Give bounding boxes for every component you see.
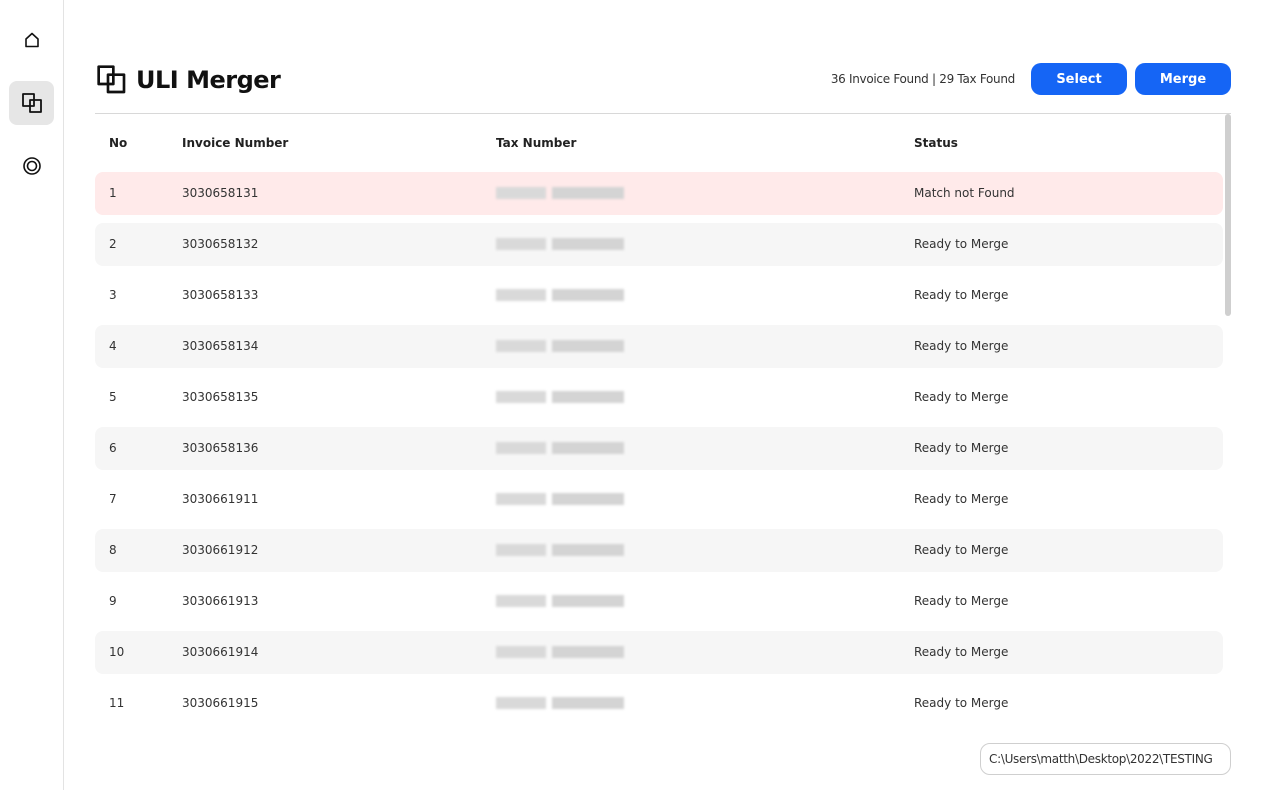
invoice-number: 3030658134: [182, 339, 259, 353]
page-header: ULI Merger: [96, 62, 281, 98]
column-header-invoice: Invoice Number: [182, 136, 289, 150]
status-text: Ready to Merge: [914, 645, 1009, 659]
redaction-block: [496, 697, 546, 709]
row-number: 2: [109, 237, 117, 251]
invoice-number: 3030661912: [182, 543, 259, 557]
redaction-block: [496, 391, 546, 403]
status-text: Ready to Merge: [914, 237, 1009, 251]
status-text: Ready to Merge: [914, 441, 1009, 455]
tax-number-redacted: [496, 288, 624, 302]
tax-number-redacted: [496, 696, 624, 710]
row-number: 9: [109, 594, 117, 608]
table-row[interactable]: 4 3030658134 Ready to Merge: [95, 325, 1223, 368]
table-row[interactable]: 8 3030661912 Ready to Merge: [95, 529, 1223, 572]
row-number: 5: [109, 390, 117, 404]
invoice-number: 3030661911: [182, 492, 259, 506]
status-text: Ready to Merge: [914, 339, 1009, 353]
nav-merge-button[interactable]: [9, 81, 54, 125]
invoice-number: 3030658136: [182, 441, 259, 455]
tax-number-redacted: [496, 390, 624, 404]
redaction-block: [496, 595, 546, 607]
column-header-tax: Tax Number: [496, 136, 577, 150]
table-row[interactable]: 1 3030658131 Match not Found: [95, 172, 1223, 215]
table-header: No Invoice Number Tax Number Status: [95, 128, 1223, 158]
redaction-block: [552, 493, 624, 505]
tax-number-redacted: [496, 543, 624, 557]
nav-target-button[interactable]: [9, 144, 54, 188]
scrollbar-thumb[interactable]: [1225, 114, 1231, 316]
tax-number-redacted: [496, 339, 624, 353]
invoice-number: 3030658132: [182, 237, 259, 251]
row-number: 4: [109, 339, 117, 353]
home-icon: [24, 32, 39, 48]
redaction-block: [552, 595, 624, 607]
merge-logo-icon: [97, 65, 126, 94]
tax-number-redacted: [496, 645, 624, 659]
redaction-block: [552, 187, 624, 199]
row-number: 8: [109, 543, 117, 557]
table-row[interactable]: 6 3030658136 Ready to Merge: [95, 427, 1223, 470]
redaction-block: [552, 340, 624, 352]
redaction-block: [496, 442, 546, 454]
merge-button[interactable]: Merge: [1135, 63, 1231, 95]
redaction-block: [552, 544, 624, 556]
page-title: ULI Merger: [136, 66, 281, 94]
invoice-number: 3030661915: [182, 696, 259, 710]
redaction-block: [496, 544, 546, 556]
redaction-block: [496, 646, 546, 658]
status-text: Ready to Merge: [914, 390, 1009, 404]
status-text: Ready to Merge: [914, 594, 1009, 608]
table-row[interactable]: 11 3030661915 Ready to Merge: [95, 682, 1223, 725]
status-text: Ready to Merge: [914, 696, 1009, 710]
table-row[interactable]: 5 3030658135 Ready to Merge: [95, 376, 1223, 419]
tax-number-redacted: [496, 492, 624, 506]
invoice-number: 3030658135: [182, 390, 259, 404]
invoice-number: 3030661913: [182, 594, 259, 608]
redaction-block: [552, 289, 624, 301]
row-number: 1: [109, 186, 117, 200]
row-number: 7: [109, 492, 117, 506]
invoice-number: 3030658133: [182, 288, 259, 302]
select-button[interactable]: Select: [1031, 63, 1127, 95]
folder-path-field[interactable]: C:\Users\matth\Desktop\2022\TESTING: [980, 743, 1231, 775]
column-header-status: Status: [914, 136, 958, 150]
table-row[interactable]: 3 3030658133 Ready to Merge: [95, 274, 1223, 317]
found-count-text: 36 Invoice Found | 29 Tax Found: [830, 72, 1015, 86]
status-text: Ready to Merge: [914, 288, 1009, 302]
header-divider: [95, 113, 1231, 114]
redaction-block: [496, 238, 546, 250]
redaction-block: [496, 187, 546, 199]
row-number: 11: [109, 696, 125, 710]
tax-number-redacted: [496, 186, 624, 200]
redaction-block: [496, 493, 546, 505]
status-text: Ready to Merge: [914, 492, 1009, 506]
invoice-number: 3030658131: [182, 186, 259, 200]
invoice-number: 3030661914: [182, 645, 259, 659]
redaction-block: [496, 340, 546, 352]
column-header-no: No: [109, 136, 128, 150]
redaction-block: [552, 238, 624, 250]
redaction-block: [552, 442, 624, 454]
table-row[interactable]: 2 3030658132 Ready to Merge: [95, 223, 1223, 266]
tax-number-redacted: [496, 237, 624, 251]
redaction-block: [496, 289, 546, 301]
status-text: Ready to Merge: [914, 543, 1009, 557]
row-number: 3: [109, 288, 117, 302]
table-row[interactable]: 7 3030661911 Ready to Merge: [95, 478, 1223, 521]
table-row[interactable]: 9 3030661913 Ready to Merge: [95, 580, 1223, 623]
merge-icon: [21, 93, 42, 113]
redaction-block: [552, 391, 624, 403]
row-number: 6: [109, 441, 117, 455]
target-icon: [22, 157, 41, 175]
tax-number-redacted: [496, 594, 624, 608]
status-text: Match not Found: [914, 186, 1015, 200]
table-row[interactable]: 10 3030661914 Ready to Merge: [95, 631, 1223, 674]
tax-number-redacted: [496, 441, 624, 455]
redaction-block: [552, 646, 624, 658]
row-number: 10: [109, 645, 125, 659]
redaction-block: [552, 697, 624, 709]
sidebar: [0, 0, 64, 790]
nav-home-button[interactable]: [9, 18, 54, 62]
